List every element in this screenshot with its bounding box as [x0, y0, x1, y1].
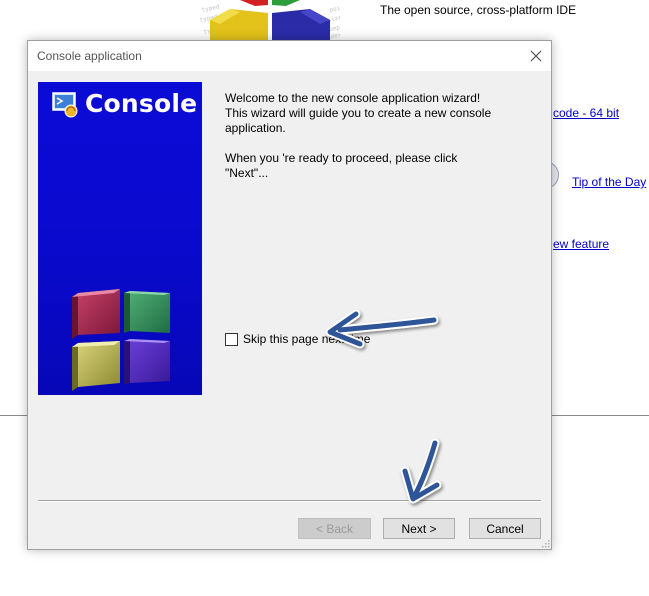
dialog-title: Console application [37, 49, 142, 63]
codeblocks-cubes-image [72, 285, 174, 395]
next-button[interactable]: Next > [383, 518, 455, 539]
resize-grip-icon[interactable] [540, 538, 550, 548]
skip-page-checkbox[interactable]: Skip this page next time [225, 332, 370, 346]
cancel-button[interactable]: Cancel [469, 518, 541, 539]
console-app-icon [51, 90, 79, 118]
wizard-intro-text: Welcome to the new console application w… [225, 91, 495, 196]
button-separator [38, 500, 541, 502]
dialog-titlebar[interactable]: Console application [28, 41, 551, 71]
skip-page-label[interactable]: Skip this page next time [243, 332, 370, 346]
banner-title: Console [85, 89, 198, 118]
ide-tagline: The open source, cross-platform IDE [380, 3, 577, 17]
close-icon [530, 50, 542, 62]
intro-paragraph-2: When you 're ready to proceed, please cl… [225, 151, 458, 180]
svg-text:typed: typed [201, 3, 221, 14]
svg-text:pointer: pointer [329, 2, 340, 14]
new-feature-link[interactable]: ew feature [553, 237, 609, 251]
tip-of-the-day-link[interactable]: Tip of the Day [572, 175, 646, 189]
close-button[interactable] [521, 41, 551, 71]
intro-paragraph-1: Welcome to the new console application w… [225, 91, 492, 135]
wizard-banner: Console [38, 82, 202, 395]
back-button[interactable]: < Back [298, 518, 371, 539]
codeblocks-logo: typed typed typew pointer sizeof_p compu… [199, 0, 366, 45]
checkbox-icon[interactable] [225, 332, 238, 346]
download-link[interactable]: code - 64 bit [553, 106, 619, 120]
console-application-dialog: Console application Console Welcome to t… [27, 40, 552, 550]
